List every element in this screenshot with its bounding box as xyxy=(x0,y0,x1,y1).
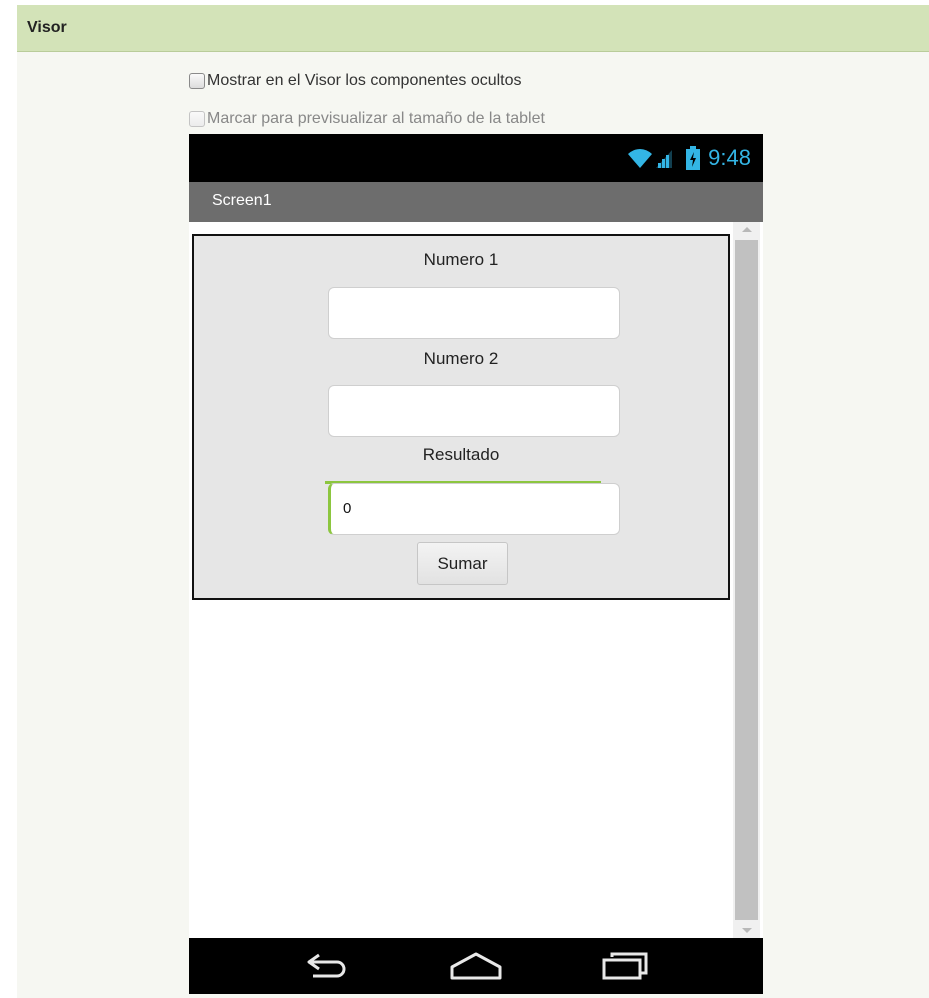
label-numero-2: Numero 2 xyxy=(423,349,499,368)
battery-charging-icon xyxy=(686,146,701,170)
scroll-down-arrow-icon[interactable] xyxy=(742,928,752,933)
back-icon[interactable] xyxy=(303,951,351,981)
tablet-preview-label: Marcar para previsualizar al tamaño de l… xyxy=(207,110,545,127)
tablet-preview-option: Marcar para previsualizar al tamaño de l… xyxy=(189,108,545,130)
wifi-icon xyxy=(628,149,653,168)
panel-header: Visor xyxy=(17,5,929,52)
phone-preview: 9:48 Screen1 Numero 1 Numero 2 Resultado… xyxy=(189,134,763,994)
textbox-numero-2[interactable] xyxy=(328,385,620,437)
navigation-bar xyxy=(189,938,763,994)
label-resultado: Resultado xyxy=(422,445,500,464)
status-icons: 9:48 xyxy=(627,145,751,171)
vertical-scrollbar[interactable] xyxy=(733,222,760,938)
panel-title: Visor xyxy=(27,19,67,36)
show-hidden-components-label: Mostrar en el Visor los componentes ocul… xyxy=(207,72,522,89)
scroll-up-arrow-icon[interactable] xyxy=(742,227,752,232)
textbox-resultado[interactable]: 0 xyxy=(328,483,620,535)
screen-content: Numero 1 Numero 2 Resultado 0 Sumar xyxy=(189,222,763,938)
scroll-thumb[interactable] xyxy=(735,240,758,920)
textbox-numero-1[interactable] xyxy=(328,287,620,339)
screen-title-bar: Screen1 xyxy=(189,182,763,222)
sumar-button[interactable]: Sumar xyxy=(417,542,508,585)
vertical-arrangement[interactable]: Numero 1 Numero 2 Resultado 0 Sumar xyxy=(192,234,730,600)
signal-icon xyxy=(656,150,673,168)
status-time: 9:48 xyxy=(708,145,751,170)
viewer-panel: Visor Mostrar en el Visor los componente… xyxy=(17,5,929,998)
show-hidden-components-checkbox[interactable] xyxy=(189,73,205,89)
recent-apps-icon[interactable] xyxy=(600,951,650,981)
label-numero-1: Numero 1 xyxy=(423,250,499,269)
screen-title: Screen1 xyxy=(212,192,272,209)
show-hidden-components-option[interactable]: Mostrar en el Visor los componentes ocul… xyxy=(189,70,522,92)
home-icon[interactable] xyxy=(449,951,503,981)
tablet-preview-checkbox xyxy=(189,111,205,127)
status-bar: 9:48 xyxy=(189,134,763,182)
